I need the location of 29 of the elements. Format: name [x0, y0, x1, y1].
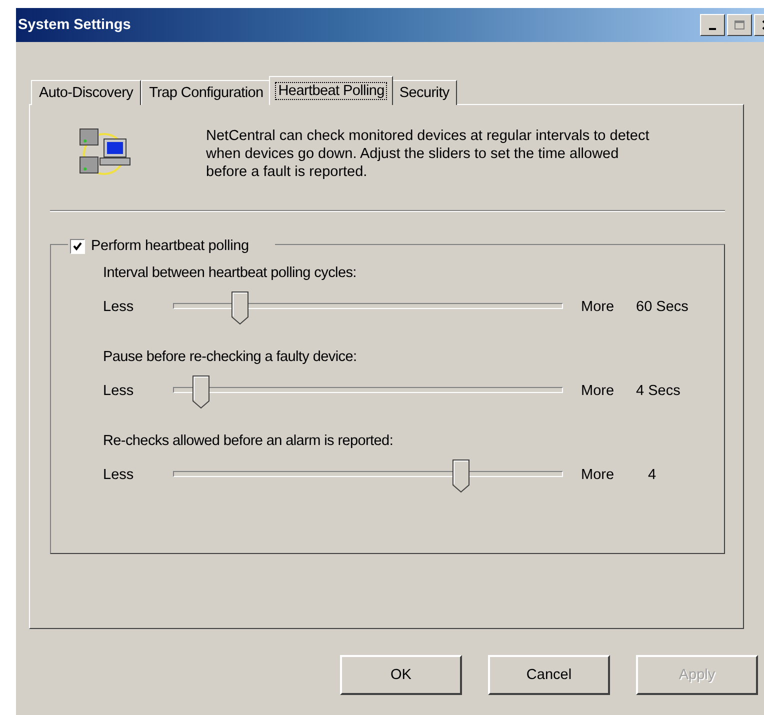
dialog-button[interactable]: Cancel — [488, 655, 610, 695]
max-label: More — [581, 299, 616, 315]
slider-label: Interval between heartbeat polling cycles: — [103, 265, 358, 283]
slider-thumb[interactable] — [230, 291, 249, 325]
maximize-icon — [734, 20, 746, 30]
description-text: NetCentral can check monitored devices at regular intervals to detect when devices go down. Adjust the sliders to set the time allowed before a fault is reported. — [206, 127, 650, 181]
slider-value: 4 Secs — [636, 383, 680, 399]
slider-value: 4 — [647, 467, 656, 483]
min-label: Less — [103, 467, 135, 483]
slider-thumb[interactable] — [452, 459, 470, 493]
minimize-icon — [709, 28, 716, 30]
dialog-button[interactable]: OK — [340, 655, 462, 695]
checkbox-label: Perform heartbeat polling — [91, 238, 249, 254]
max-label: More — [581, 383, 616, 399]
window-title: System Settings — [18, 17, 131, 33]
minimize-button[interactable] — [700, 14, 725, 36]
maximize-button[interactable] — [727, 14, 752, 36]
slider-value: 60 Secs — [636, 299, 688, 315]
slider-label: Pause before re-checking a faulty device: — [103, 349, 358, 367]
tab[interactable]: Auto-Discovery — [31, 80, 142, 105]
max-label: More — [581, 467, 616, 483]
min-label: Less — [103, 299, 135, 315]
tab[interactable]: Security — [391, 80, 458, 105]
min-label: Less — [103, 383, 135, 399]
tab[interactable]: Trap Configuration — [141, 80, 272, 105]
slider-label: Re-checks allowed before an alarm is reported: — [103, 433, 394, 451]
tab[interactable]: Heartbeat Polling — [269, 76, 394, 105]
checkbox[interactable] — [70, 238, 85, 254]
slider-thumb[interactable] — [192, 375, 210, 409]
